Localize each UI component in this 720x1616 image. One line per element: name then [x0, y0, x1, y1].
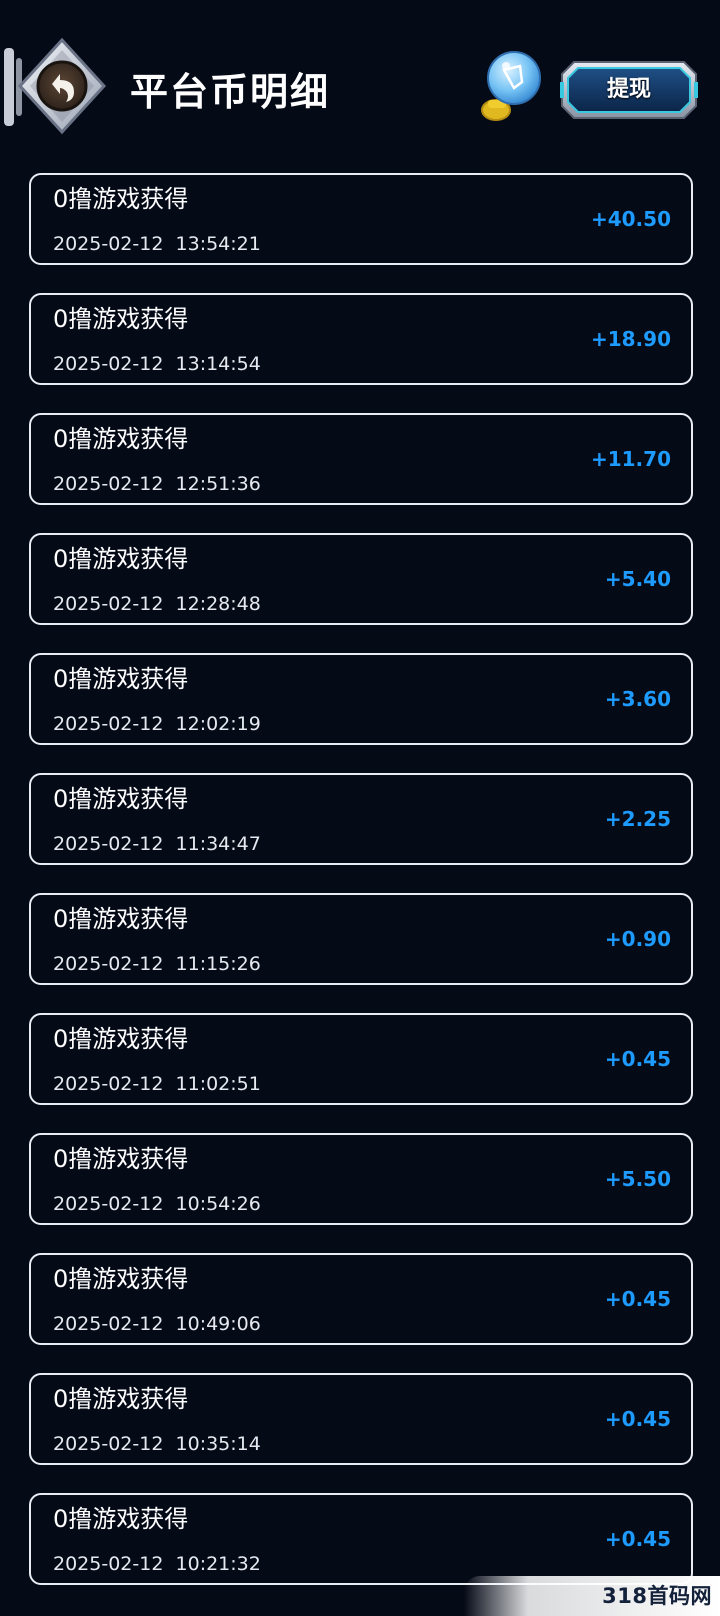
- record-title: 0撸游戏获得: [53, 1385, 189, 1413]
- record-timestamp: 2025-02-12 13:14:54: [53, 351, 261, 377]
- record-title: 0撸游戏获得: [53, 785, 189, 813]
- record-time: 13:14:54: [175, 353, 261, 375]
- record-title: 0撸游戏获得: [53, 185, 189, 213]
- record-amount: +3.60: [604, 687, 671, 711]
- record-title: 0撸游戏获得: [53, 665, 189, 693]
- page: 平台币明细 提现 0撸游戏获得 2025-02-12 13:54:21 +40.…: [0, 0, 720, 1616]
- record-timestamp: 2025-02-12 12:51:36: [53, 471, 261, 497]
- record-title: 0撸游戏获得: [53, 1265, 189, 1293]
- record-date: 2025-02-12: [53, 1433, 164, 1455]
- record-item: 0撸游戏获得 2025-02-12 13:54:21 +40.50: [29, 173, 693, 265]
- record-title: 0撸游戏获得: [53, 1145, 189, 1173]
- record-item: 0撸游戏获得 2025-02-12 10:35:14 +0.45: [29, 1373, 693, 1465]
- record-amount: +0.45: [604, 1407, 671, 1431]
- record-date: 2025-02-12: [53, 1313, 164, 1335]
- record-item: 0撸游戏获得 2025-02-12 10:49:06 +0.45: [29, 1253, 693, 1345]
- record-item: 0撸游戏获得 2025-02-12 11:34:47 +2.25: [29, 773, 693, 865]
- record-amount: +40.50: [590, 207, 671, 231]
- record-amount: +2.25: [604, 807, 671, 831]
- record-timestamp: 2025-02-12 12:02:19: [53, 711, 261, 737]
- record-time: 11:15:26: [175, 953, 261, 975]
- record-title: 0撸游戏获得: [53, 425, 189, 453]
- record-timestamp: 2025-02-12 11:02:51: [53, 1071, 261, 1097]
- watermark: 318首码网 www.e318.com: [464, 1576, 720, 1616]
- record-title: 0撸游戏获得: [53, 905, 189, 933]
- record-date: 2025-02-12: [53, 1193, 164, 1215]
- record-item: 0撸游戏获得 2025-02-12 10:54:26 +5.50: [29, 1133, 693, 1225]
- page-title: 平台币明细: [130, 70, 331, 114]
- back-button[interactable]: [0, 36, 110, 140]
- record-title: 0撸游戏获得: [53, 1025, 189, 1053]
- record-date: 2025-02-12: [53, 233, 164, 255]
- record-title: 0撸游戏获得: [53, 545, 189, 573]
- record-date: 2025-02-12: [53, 353, 164, 375]
- record-amount: +0.45: [604, 1527, 671, 1551]
- record-timestamp: 2025-02-12 10:49:06: [53, 1311, 261, 1337]
- back-arrow-icon: [4, 37, 107, 135]
- record-item: 0撸游戏获得 2025-02-12 11:15:26 +0.90: [29, 893, 693, 985]
- record-time: 10:54:26: [175, 1193, 261, 1215]
- record-time: 12:02:19: [175, 713, 261, 735]
- record-amount: +18.90: [590, 327, 671, 351]
- withdraw-button[interactable]: 提现: [560, 60, 698, 120]
- record-date: 2025-02-12: [53, 1073, 164, 1095]
- record-title: 0撸游戏获得: [53, 305, 189, 333]
- record-time: 10:21:32: [175, 1553, 261, 1575]
- record-item: 0撸游戏获得 2025-02-12 12:28:48 +5.40: [29, 533, 693, 625]
- record-title: 0撸游戏获得: [53, 1505, 189, 1533]
- record-timestamp: 2025-02-12 13:54:21: [53, 231, 261, 257]
- record-date: 2025-02-12: [53, 1553, 164, 1575]
- record-timestamp: 2025-02-12 10:54:26: [53, 1191, 261, 1217]
- record-date: 2025-02-12: [53, 713, 164, 735]
- record-timestamp: 2025-02-12 10:21:32: [53, 1551, 261, 1577]
- record-time: 11:02:51: [175, 1073, 261, 1095]
- hint-button[interactable]: [476, 48, 542, 124]
- record-date: 2025-02-12: [53, 953, 164, 975]
- lightbulb-icon: [481, 51, 541, 121]
- record-timestamp: 2025-02-12 11:34:47: [53, 831, 261, 857]
- records-list: 0撸游戏获得 2025-02-12 13:54:21 +40.50 0撸游戏获得 202…: [29, 173, 693, 1613]
- record-time: 10:35:14: [175, 1433, 261, 1455]
- record-date: 2025-02-12: [53, 473, 164, 495]
- record-item: 0撸游戏获得 2025-02-12 10:21:32 +0.45: [29, 1493, 693, 1585]
- record-time: 10:49:06: [175, 1313, 261, 1335]
- record-amount: +0.90: [604, 927, 671, 951]
- record-amount: +11.70: [590, 447, 671, 471]
- record-item: 0撸游戏获得 2025-02-12 12:02:19 +3.60: [29, 653, 693, 745]
- record-item: 0撸游戏获得 2025-02-12 13:14:54 +18.90: [29, 293, 693, 385]
- header: 平台币明细 提现: [0, 0, 720, 160]
- record-item: 0撸游戏获得 2025-02-12 12:51:36 +11.70: [29, 413, 693, 505]
- record-time: 11:34:47: [175, 833, 261, 855]
- record-item: 0撸游戏获得 2025-02-12 11:02:51 +0.45: [29, 1013, 693, 1105]
- record-time: 13:54:21: [175, 233, 261, 255]
- record-timestamp: 2025-02-12 10:35:14: [53, 1431, 261, 1457]
- withdraw-label: 提现: [606, 77, 651, 102]
- record-timestamp: 2025-02-12 12:28:48: [53, 591, 261, 617]
- record-time: 12:51:36: [175, 473, 261, 495]
- record-date: 2025-02-12: [53, 833, 164, 855]
- record-amount: +0.45: [604, 1047, 671, 1071]
- record-amount: +0.45: [604, 1287, 671, 1311]
- record-timestamp: 2025-02-12 11:15:26: [53, 951, 261, 977]
- record-time: 12:28:48: [175, 593, 261, 615]
- record-amount: +5.50: [604, 1167, 671, 1191]
- record-amount: +5.40: [604, 567, 671, 591]
- record-date: 2025-02-12: [53, 593, 164, 615]
